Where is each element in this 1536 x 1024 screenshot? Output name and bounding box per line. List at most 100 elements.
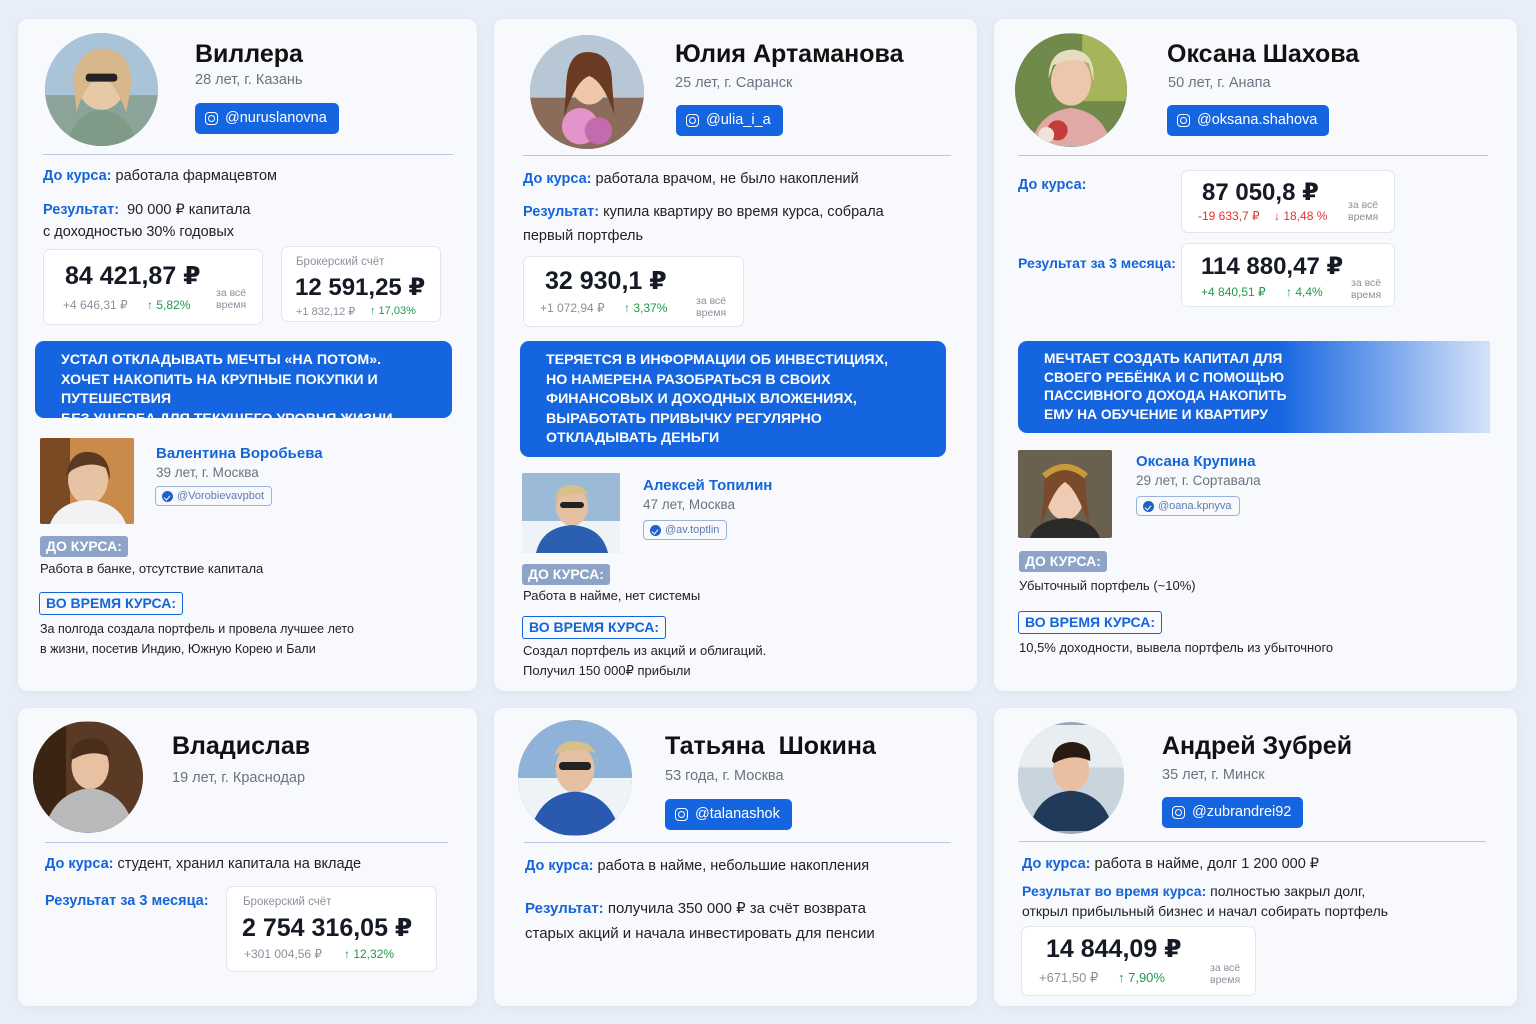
- during-course-tag: ВО ВРЕМЯ КУРСА:: [522, 616, 667, 639]
- client-age-city: 19 лет, г. Краснодар: [172, 770, 306, 786]
- divider: [1019, 841, 1486, 842]
- person-before-text: Работа в найме, нет системы: [523, 588, 701, 603]
- brokerage-delta: +301 004,56 ₽: [244, 947, 323, 961]
- client-name: Юлия Артаманова: [675, 40, 904, 68]
- telegram-verified-icon: [162, 491, 173, 502]
- instagram-icon: [1177, 114, 1190, 127]
- client-name: Оксана Шахова: [1167, 40, 1360, 68]
- instagram-link[interactable]: @zubrandrei92: [1162, 797, 1304, 828]
- testimonial-card-yulia: Юлия Артаманова 25 лет, г. Саранск @ulia…: [494, 19, 977, 691]
- instagram-link[interactable]: @nuruslanovna: [195, 103, 339, 134]
- brokerage-caption: Брокерский счёт: [243, 896, 332, 908]
- result-portfolio-stat: 114 880,47 ₽ +4 840,51 ₽ ↑ 4,4% за всё в…: [1181, 243, 1395, 307]
- result-line-2: с доходностью 30% годовых: [43, 224, 235, 240]
- portfolio-percent: ↑ 5,82%: [147, 298, 191, 312]
- client-age-city: 53 года, г. Москва: [665, 768, 784, 784]
- result-portfolio-delta: +4 840,51 ₽: [1201, 285, 1266, 299]
- brokerage-stat: Брокерский счёт 12 591,25 ₽ +1 832,12 ₽ …: [281, 246, 441, 322]
- client-goal-banner: Теряется в информации об инвестициях, но…: [520, 341, 946, 457]
- divider: [45, 842, 448, 843]
- result: Результат во время курса: полностью закр…: [1022, 883, 1366, 899]
- client-goal-banner: Мечтает создать капитал для своего ребён…: [1018, 341, 1490, 433]
- person-age-city: 47 лет, Москва: [643, 497, 735, 512]
- person-name: Оксана Крупина: [1136, 453, 1256, 470]
- instagram-icon: [675, 808, 688, 821]
- client-name: Владислав: [172, 732, 311, 760]
- portfolio-delta: +671,50 ₽: [1039, 970, 1099, 985]
- result-portfolio-percent: ↑ 4,4%: [1286, 285, 1323, 299]
- testimonial-card-vladislav: Владислав 19 лет, г. Краснодар До курса:…: [18, 708, 477, 1006]
- person-age-city: 29 лет, г. Сортавала: [1136, 473, 1261, 488]
- result-label: Результат за 3 месяца:: [45, 893, 209, 909]
- before-course-tag: ДО КУРСА:: [522, 564, 610, 585]
- person-during-text: Создал портфель из акций и облигаций. По…: [523, 643, 767, 678]
- portfolio-percent: ↑ 3,37%: [624, 301, 668, 315]
- instagram-icon: [205, 112, 218, 125]
- before-course: До курса: работала врачом, не было накоп…: [523, 171, 859, 187]
- person-before-text: Работа в банке, отсутствие капитала: [40, 561, 264, 576]
- testimonial-card-oksana: Оксана Шахова 50 лет, г. Анапа @oksana.s…: [994, 19, 1517, 691]
- before-portfolio-percent: ↓ 18,48 %: [1274, 209, 1328, 223]
- result-line-2: старых акций и начала инвестировать для …: [525, 925, 875, 942]
- avatar: [518, 720, 632, 836]
- person-name: Алексей Топилин: [643, 477, 773, 494]
- before-course: До курса: работа в найме, долг 1 200 000…: [1022, 856, 1320, 872]
- portfolio-value: 84 421,87 ₽: [65, 262, 201, 290]
- before-course: До курса: студент, хранил капитала на вк…: [45, 856, 362, 872]
- period-label: за всё время: [1210, 962, 1241, 986]
- during-course-tag: ВО ВРЕМЯ КУРСА:: [39, 592, 184, 615]
- client-age-city: 28 лет, г. Казань: [195, 72, 303, 88]
- instagram-link[interactable]: @ulia_i_a: [676, 105, 783, 136]
- client-age-city: 35 лет, г. Минск: [1162, 767, 1265, 783]
- instagram-icon: [1172, 806, 1185, 819]
- brokerage-value: 2 754 316,05 ₽: [242, 914, 413, 942]
- person-during-text: За полгода создала портфель и провела лу…: [40, 622, 354, 656]
- testimonial-card-andrey: Андрей Зубрей 35 лет, г. Минск @zubrandr…: [994, 708, 1517, 1006]
- telegram-verified-icon: [1143, 501, 1154, 512]
- instagram-link[interactable]: @talanashok: [665, 799, 792, 830]
- person-photo: [40, 438, 134, 524]
- before-course-label: До курса:: [1018, 177, 1087, 193]
- portfolio-stat: 32 930,1 ₽ +1 072,94 ₽ ↑ 3,37% за всё вр…: [523, 256, 744, 327]
- testimonial-card-tatyana: Татьяна Шокина 53 года, г. Москва @talan…: [494, 708, 977, 1006]
- brokerage-caption: Брокерский счёт: [296, 256, 385, 268]
- period-label: за всё время: [1348, 199, 1379, 223]
- telegram-verified-icon: [650, 525, 661, 536]
- telegram-link[interactable]: @av.toptlin: [643, 520, 728, 540]
- instagram-icon: [686, 114, 699, 127]
- before-portfolio-delta: -19 633,7 ₽: [1198, 209, 1260, 223]
- before-portfolio-stat: 87 050,8 ₽ -19 633,7 ₽ ↓ 18,48 % за всё …: [1181, 170, 1395, 233]
- avatar: [33, 721, 143, 833]
- portfolio-value: 32 930,1 ₽: [545, 267, 667, 295]
- instagram-link[interactable]: @oksana.shahova: [1167, 105, 1330, 136]
- brokerage-percent: ↑ 12,32%: [344, 947, 395, 961]
- result: Результат: 90 000 ₽ капитала: [43, 202, 251, 218]
- result-label: Результат за 3 месяца:: [1018, 255, 1176, 271]
- before-portfolio-value: 87 050,8 ₽: [1202, 179, 1319, 206]
- telegram-link[interactable]: @Vorobievavpbot: [155, 486, 273, 506]
- brokerage-percent: ↑ 17,03%: [370, 305, 416, 317]
- divider: [1018, 155, 1488, 156]
- brokerage-value: 12 591,25 ₽: [295, 274, 426, 301]
- person-photo: [1018, 450, 1112, 538]
- client-name: Виллера: [195, 40, 303, 68]
- divider: [43, 154, 453, 155]
- person-during-text: 10,5% доходности, вывела портфель из убы…: [1019, 640, 1334, 655]
- person-before-text: Убыточный портфель (~10%): [1019, 578, 1196, 593]
- portfolio-stat: 14 844,09 ₽ +671,50 ₽ ↑ 7,90% за всё вре…: [1021, 926, 1256, 996]
- person-age-city: 39 лет, г. Москва: [156, 465, 259, 480]
- divider: [524, 842, 951, 843]
- before-course-tag: ДО КУРСА:: [1019, 551, 1107, 572]
- result-line-2: открыл прибыльный бизнес и начал собират…: [1022, 903, 1389, 919]
- before-course-tag: ДО КУРСА:: [40, 536, 128, 557]
- client-age-city: 25 лет, г. Саранск: [675, 75, 793, 91]
- result-portfolio-value: 114 880,47 ₽: [1201, 253, 1344, 280]
- result: Результат: купила квартиру во время курс…: [523, 204, 884, 220]
- portfolio-percent: ↑ 7,90%: [1118, 970, 1165, 985]
- period-label: за всё время: [216, 287, 247, 311]
- telegram-link[interactable]: @oana.kpnyva: [1136, 496, 1240, 516]
- during-course-tag: ВО ВРЕМЯ КУРСА:: [1018, 611, 1163, 634]
- client-age-city: 50 лет, г. Анапа: [1168, 75, 1271, 91]
- portfolio-delta: +1 072,94 ₽: [540, 301, 605, 315]
- portfolio-stat: 84 421,87 ₽ +4 646,31 ₽ ↑ 5,82% за всё в…: [43, 249, 263, 325]
